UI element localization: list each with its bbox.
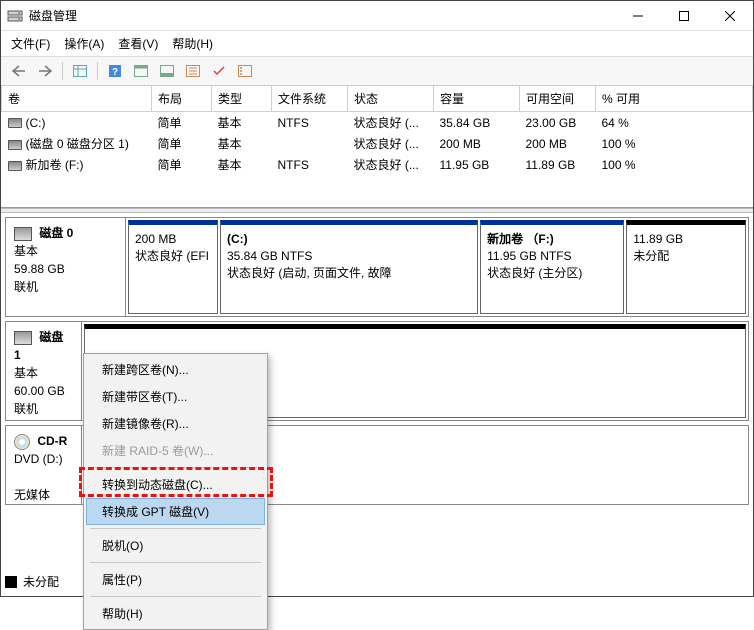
table-row[interactable]: (磁盘 0 磁盘分区 1) 简单 基本 状态良好 (... 200 MB 200… xyxy=(2,133,753,154)
ctx-help[interactable]: 帮助(H) xyxy=(86,600,265,627)
svg-text:?: ? xyxy=(112,67,118,78)
minimize-button[interactable] xyxy=(615,1,661,31)
partition[interactable]: 新加卷 （F:) 11.95 GB NTFS 状态良好 (主分区) xyxy=(480,220,624,314)
layout-button[interactable] xyxy=(68,60,92,82)
ctx-separator xyxy=(90,467,261,468)
disk-icon xyxy=(14,331,32,345)
help-button[interactable]: ? xyxy=(103,60,127,82)
disk-label[interactable]: CD-R DVD (D:) 无媒体 xyxy=(6,426,82,504)
menu-bar: 文件(F) 操作(A) 查看(V) 帮助(H) xyxy=(1,31,753,57)
col-type[interactable]: 类型 xyxy=(212,86,272,112)
list-button[interactable] xyxy=(233,60,257,82)
disk-label[interactable]: 磁盘 0 基本 59.88 GB 联机 xyxy=(6,218,126,316)
ctx-new-striped[interactable]: 新建带区卷(T)... xyxy=(86,383,265,410)
partition[interactable]: 200 MB 状态良好 (EFI xyxy=(128,220,218,314)
ctx-convert-gpt[interactable]: 转换成 GPT 磁盘(V) xyxy=(86,498,265,525)
menu-file[interactable]: 文件(F) xyxy=(11,35,50,52)
ctx-new-spanned[interactable]: 新建跨区卷(N)... xyxy=(86,356,265,383)
window-title: 磁盘管理 xyxy=(29,7,615,24)
legend: 未分配 xyxy=(5,573,59,590)
volume-list[interactable]: 卷 布局 类型 文件系统 状态 容量 可用空间 % 可用 (C:) 简单 基本 … xyxy=(1,86,753,208)
volume-icon xyxy=(8,161,22,171)
ctx-separator xyxy=(90,562,261,563)
ctx-new-mirror[interactable]: 新建镜像卷(R)... xyxy=(86,410,265,437)
title-bar: 磁盘管理 xyxy=(1,1,753,31)
col-pct[interactable]: % 可用 xyxy=(596,86,753,112)
table-row[interactable]: (C:) 简单 基本 NTFS 状态良好 (... 35.84 GB 23.00… xyxy=(2,112,753,134)
ctx-properties[interactable]: 属性(P) xyxy=(86,566,265,593)
toolbar-separator xyxy=(97,62,98,80)
context-menu: 新建跨区卷(N)... 新建带区卷(T)... 新建镜像卷(R)... 新建 R… xyxy=(83,353,268,630)
view-bottom-button[interactable] xyxy=(155,60,179,82)
toolbar-separator xyxy=(62,62,63,80)
settings-button[interactable] xyxy=(181,60,205,82)
volume-list-header[interactable]: 卷 布局 类型 文件系统 状态 容量 可用空间 % 可用 xyxy=(2,86,753,112)
app-icon xyxy=(7,8,23,24)
cd-icon xyxy=(14,434,30,450)
legend-swatch-unallocated xyxy=(5,576,17,588)
disk-row-0[interactable]: 磁盘 0 基本 59.88 GB 联机 200 MB 状态良好 (EFI (C:… xyxy=(5,217,749,317)
menu-view[interactable]: 查看(V) xyxy=(118,35,158,52)
col-layout[interactable]: 布局 xyxy=(152,86,212,112)
maximize-button[interactable] xyxy=(661,1,707,31)
menu-action[interactable]: 操作(A) xyxy=(64,35,104,52)
ctx-offline[interactable]: 脱机(O) xyxy=(86,532,265,559)
disk-icon xyxy=(14,227,32,241)
col-capacity[interactable]: 容量 xyxy=(434,86,520,112)
ctx-separator xyxy=(90,528,261,529)
ctx-convert-dynamic[interactable]: 转换到动态磁盘(C)... xyxy=(86,471,265,498)
col-fs[interactable]: 文件系统 xyxy=(272,86,348,112)
toolbar: ? xyxy=(1,57,753,86)
disk-label[interactable]: 磁盘 1 基本 60.00 GB 联机 xyxy=(6,322,82,420)
volume-icon xyxy=(8,118,22,128)
forward-button[interactable] xyxy=(33,60,57,82)
partition[interactable]: (C:) 35.84 GB NTFS 状态良好 (启动, 页面文件, 故障 xyxy=(220,220,478,314)
menu-help[interactable]: 帮助(H) xyxy=(172,35,213,52)
view-top-button[interactable] xyxy=(129,60,153,82)
col-free[interactable]: 可用空间 xyxy=(520,86,596,112)
close-button[interactable] xyxy=(707,1,753,31)
ctx-new-raid5: 新建 RAID-5 卷(W)... xyxy=(86,437,265,464)
partition-unallocated[interactable]: 11.89 GB 未分配 xyxy=(626,220,746,314)
col-volume[interactable]: 卷 xyxy=(2,86,152,112)
back-button[interactable] xyxy=(7,60,31,82)
table-row[interactable]: 新加卷 (F:) 简单 基本 NTFS 状态良好 (... 11.95 GB 1… xyxy=(2,154,753,175)
check-button[interactable] xyxy=(207,60,231,82)
col-status[interactable]: 状态 xyxy=(348,86,434,112)
legend-label-unallocated: 未分配 xyxy=(23,573,59,590)
volume-icon xyxy=(8,140,22,150)
